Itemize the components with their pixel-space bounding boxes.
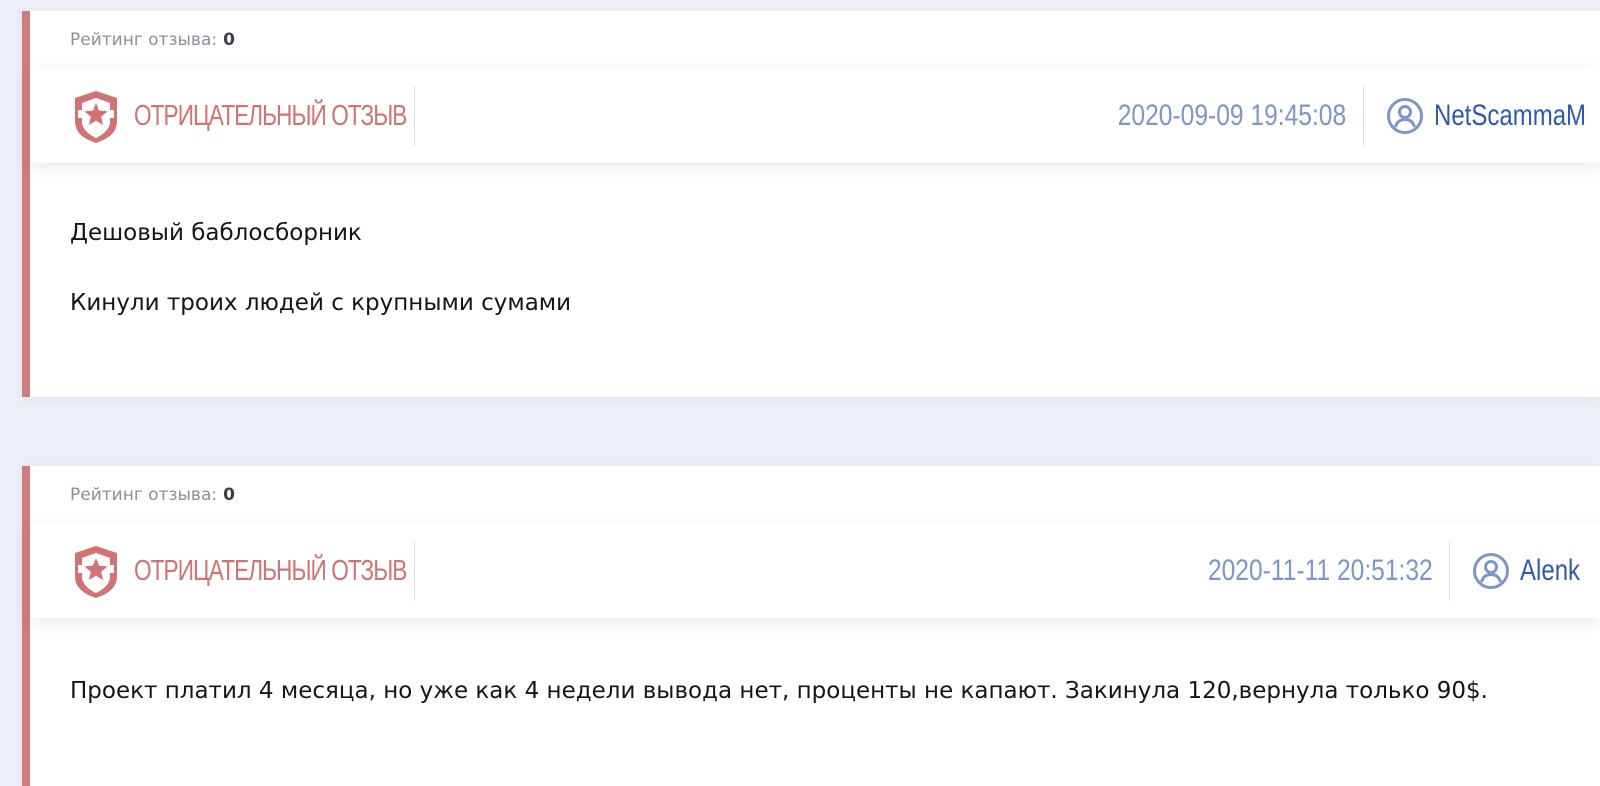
review-text: Проект платил 4 месяца, но уже как 4 нед… [30, 618, 1600, 726]
shield-star-icon [70, 88, 122, 144]
review-card: Рейтинг отзыва: 0 ОТРИЦАТЕЛЬНЫЙ ОТЗЫВ 20… [22, 11, 1600, 397]
review-author[interactable]: NetScammaM [1363, 86, 1600, 146]
review-text-line: Кинули троих людей с крупными сумами [70, 290, 572, 316]
shield-star-icon [70, 543, 122, 599]
review-type-label: ОТРИЦАТЕЛЬНЫЙ ОТЗЫВ [134, 99, 407, 132]
review-rating: Рейтинг отзыва: 0 [30, 466, 1600, 524]
rating-label: Рейтинг отзыва: [70, 485, 218, 505]
user-icon [1472, 552, 1510, 590]
rating-value: 0 [223, 30, 235, 50]
review-text: Дешовый баблосборник Кинули троих людей … [30, 163, 1600, 338]
review-type-label: ОТРИЦАТЕЛЬНЫЙ ОТЗЫВ [134, 554, 407, 587]
review-type: ОТРИЦАТЕЛЬНЫЙ ОТЗЫВ [30, 541, 415, 601]
reviews-list: Рейтинг отзыва: 0 ОТРИЦАТЕЛЬНЫЙ ОТЗЫВ 20… [0, 0, 1600, 786]
review-header: ОТРИЦАТЕЛЬНЫЙ ОТЗЫВ 2020-09-09 19:45:08 … [30, 69, 1600, 163]
review-type: ОТРИЦАТЕЛЬНЫЙ ОТЗЫВ [30, 86, 415, 146]
user-icon [1386, 97, 1424, 135]
review-date: 2020-11-11 20:51:32 [1207, 554, 1433, 587]
review-author[interactable]: Alenk [1449, 541, 1600, 601]
review-header: ОТРИЦАТЕЛЬНЫЙ ОТЗЫВ 2020-11-11 20:51:32 … [30, 524, 1600, 618]
review-card: Рейтинг отзыва: 0 ОТРИЦАТЕЛЬНЫЙ ОТЗЫВ 20… [22, 466, 1600, 786]
review-rating: Рейтинг отзыва: 0 [30, 11, 1600, 69]
rating-label: Рейтинг отзыва: [70, 30, 218, 50]
review-text-line: Проект платил 4 месяца, но уже как 4 нед… [70, 678, 1488, 704]
author-name[interactable]: Alenk [1520, 554, 1580, 588]
review-text-line: Дешовый баблосборник [70, 220, 362, 246]
rating-value: 0 [223, 485, 235, 505]
review-date: 2020-09-09 19:45:08 [1118, 99, 1347, 132]
author-name[interactable]: NetScammaM [1434, 99, 1586, 133]
